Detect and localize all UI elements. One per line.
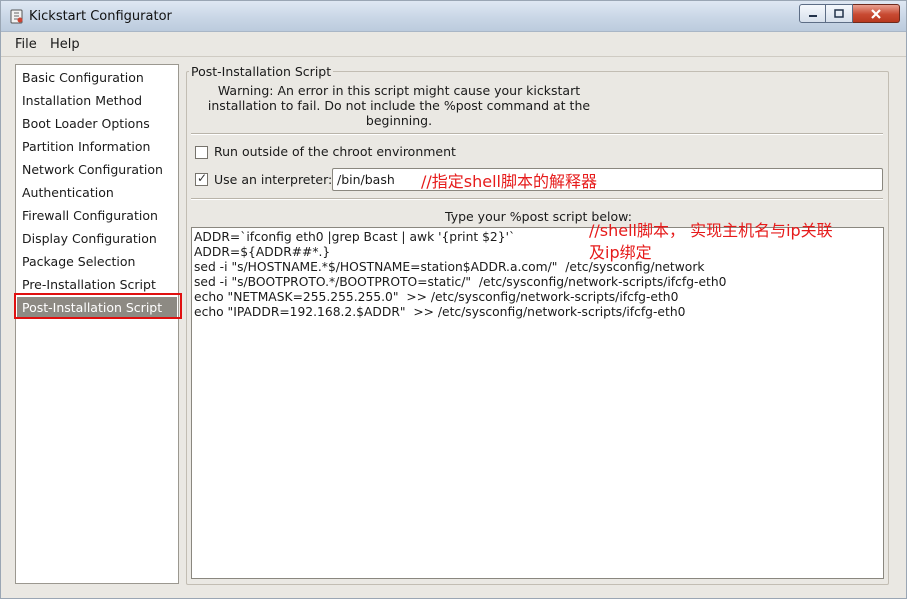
minimize-icon (808, 14, 817, 17)
section-list: Basic Configuration Installation Method … (15, 64, 179, 584)
sidebar-item-pre-installation-script[interactable]: Pre-Installation Script (17, 274, 177, 295)
divider (191, 198, 883, 200)
script-annotation: //shell脚本， 实现主机名与ip关联 及ip绑定 (589, 220, 833, 264)
post-script-textarea[interactable]: ADDR=`ifconfig eth0 |grep Bcast | awk '{… (191, 227, 884, 579)
sidebar-item-package-selection[interactable]: Package Selection (17, 251, 177, 272)
panel-title: Post-Installation Script (189, 64, 334, 79)
script-annotation-line-2: 及ip绑定 (589, 243, 652, 262)
script-line: ADDR=${ADDR##*.} (194, 245, 331, 259)
divider (191, 133, 883, 135)
interpreter-checkbox[interactable]: ✓ (195, 171, 208, 186)
sidebar-item-display-configuration[interactable]: Display Configuration (17, 228, 177, 249)
kickstart-app-icon (10, 9, 23, 24)
sidebar-item-basic-configuration[interactable]: Basic Configuration (17, 67, 177, 88)
warning-text: Warning: An error in this script might c… (207, 83, 591, 128)
maximize-icon (834, 8, 844, 18)
kickstart-window: Kickstart Configurator File Help Basic C… (0, 0, 907, 599)
menu-file[interactable]: File (15, 37, 37, 52)
maximize-button[interactable] (826, 4, 853, 23)
sidebar-item-firewall-configuration[interactable]: Firewall Configuration (17, 205, 177, 226)
script-line: sed -i "s/BOOTPROTO.*/BOOTPROTO=static/"… (194, 275, 727, 289)
sidebar-item-installation-method[interactable]: Installation Method (17, 90, 177, 111)
close-button[interactable] (853, 4, 900, 23)
script-line: echo "NETMASK=255.255.255.0" >> /etc/sys… (194, 290, 679, 304)
selected-item-highlight-box (14, 293, 182, 319)
interpreter-annotation: //指定shell脚本的解释器 (421, 172, 597, 191)
script-line: echo "IPADDR=192.168.2.$ADDR" >> /etc/sy… (194, 305, 686, 319)
sidebar-item-partition-information[interactable]: Partition Information (17, 136, 177, 157)
interpreter-field[interactable]: /bin/bash (332, 168, 883, 191)
chroot-checkbox[interactable] (195, 146, 208, 159)
sidebar-item-authentication[interactable]: Authentication (17, 182, 177, 203)
script-annotation-line-1: //shell脚本， 实现主机名与ip关联 (589, 221, 833, 240)
menu-bar: File Help (1, 33, 906, 57)
close-icon (871, 8, 881, 19)
check-mark-icon: ✓ (197, 171, 208, 185)
interpreter-label: Use an interpreter: (214, 172, 333, 187)
sidebar-item-boot-loader-options[interactable]: Boot Loader Options (17, 113, 177, 134)
title-bar[interactable]: Kickstart Configurator (1, 1, 906, 32)
sidebar-item-network-configuration[interactable]: Network Configuration (17, 159, 177, 180)
script-line: ADDR=`ifconfig eth0 |grep Bcast | awk '{… (194, 230, 516, 244)
menu-help[interactable]: Help (50, 37, 80, 52)
minimize-button[interactable] (799, 4, 826, 23)
chroot-label: Run outside of the chroot environment (214, 144, 456, 159)
window-title: Kickstart Configurator (29, 9, 172, 24)
